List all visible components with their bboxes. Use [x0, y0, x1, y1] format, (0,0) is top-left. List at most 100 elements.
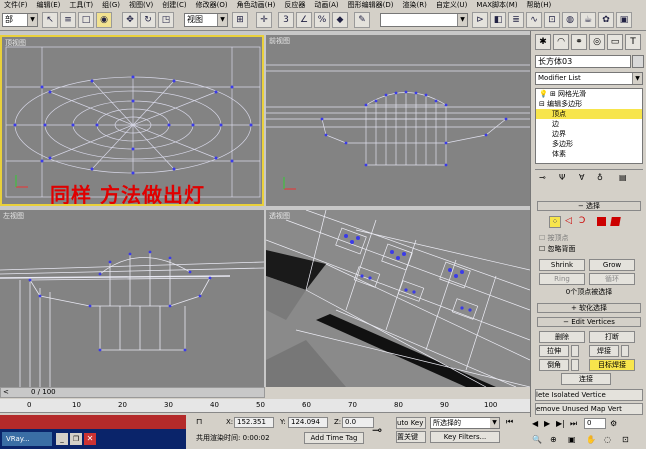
weld-settings-button[interactable] [621, 345, 629, 357]
zoom-all-icon[interactable]: ⊕ [550, 435, 557, 444]
time-config-icon[interactable]: ⚙ [610, 419, 617, 428]
spinner-snap-icon[interactable]: ◆ [332, 12, 348, 28]
extrude-settings-button[interactable] [571, 345, 579, 357]
auto-key-button[interactable]: uto Key [396, 417, 426, 429]
lock-selection-icon[interactable]: ⊓ [196, 417, 202, 426]
show-end-result-icon[interactable]: Ψ [559, 173, 565, 182]
maximize-viewport-icon[interactable]: ⊡ [622, 435, 629, 444]
create-tab-icon[interactable]: ✱ [535, 34, 551, 50]
restore-icon[interactable]: ❐ [70, 433, 82, 445]
current-frame-field[interactable]: 0 [584, 418, 606, 429]
menu-view[interactable]: 视图(V) [127, 0, 160, 10]
remove-modifier-icon[interactable]: ♁ [597, 173, 603, 182]
schematic-icon[interactable]: ⊡ [544, 12, 560, 28]
by-vertex-checkbox[interactable]: ☐ 按顶点 [539, 233, 569, 243]
menu-edit[interactable]: 编辑(E) [35, 0, 68, 10]
manipulate-icon[interactable]: ✛ [256, 12, 272, 28]
viewport-top[interactable]: 顶视图 同样 方法做出灯 [0, 35, 264, 206]
rollout-edit-vertices[interactable]: − Edit Vertices [537, 317, 641, 327]
go-to-end-icon[interactable]: ⏭ [570, 419, 577, 429]
viewport-front[interactable]: 前视图 [266, 35, 530, 206]
menu-reactor[interactable]: 反应器 [282, 0, 312, 10]
maxscript-listener[interactable] [0, 415, 186, 429]
rollout-soft-selection[interactable]: + 软化选择 [537, 303, 641, 313]
make-unique-icon[interactable]: ∀ [579, 173, 584, 182]
shrink-button[interactable]: Shrink [539, 259, 585, 271]
select-by-name-icon[interactable]: ≡ [60, 12, 76, 28]
stack-item-meshsmooth[interactable]: 💡 ⊞ 网格光滑 [536, 89, 642, 99]
rotate-icon[interactable]: ↻ [140, 12, 156, 28]
percent-snap-icon[interactable]: % [314, 12, 330, 28]
grow-button[interactable]: Grow [589, 259, 635, 271]
viewport-left[interactable]: 左视图 [0, 210, 264, 387]
remove-unused-map-button[interactable]: emove Unused Map Vert [535, 403, 643, 415]
set-key-button[interactable]: 置关键 [396, 431, 426, 443]
connect-button[interactable]: 连接 [561, 373, 611, 385]
curve-editor-icon[interactable]: ∿ [526, 12, 542, 28]
taskbar-app-button[interactable]: VRay... [2, 432, 52, 446]
orbit-icon[interactable]: ◌ [604, 435, 611, 444]
stack-item-border[interactable]: 边界 [536, 129, 642, 139]
render-setup-icon[interactable]: ☕ [580, 12, 596, 28]
named-sets-icon[interactable]: ✎ [354, 12, 370, 28]
play-icon[interactable]: ▶ [544, 419, 550, 428]
object-name-field[interactable]: 长方体03 [535, 55, 631, 68]
quick-render-icon[interactable]: ✿ [598, 12, 614, 28]
hierarchy-tab-icon[interactable]: ⚭ [571, 34, 587, 50]
go-to-start-icon[interactable]: ⏮ [506, 417, 530, 429]
menu-help[interactable]: 帮助(H) [525, 0, 559, 10]
named-selection-dropdown[interactable]: ▼ [380, 13, 468, 27]
render-last-icon[interactable]: ▣ [616, 12, 632, 28]
menu-modifiers[interactable]: 修改器(O) [194, 0, 235, 10]
vertex-mode-icon[interactable]: ⁘ [549, 216, 561, 228]
move-icon[interactable]: ✥ [122, 12, 138, 28]
edge-mode-icon[interactable]: ◁ [565, 216, 572, 226]
modifier-list-dropdown[interactable]: Modifier List ▼ [535, 72, 643, 85]
viewport-perspective[interactable]: 透视图 [266, 210, 530, 387]
menu-group[interactable]: 组(G) [100, 0, 127, 10]
chamfer-button[interactable]: 倒角 [539, 359, 569, 371]
z-coord-field[interactable]: 0.0 [342, 417, 374, 428]
stack-item-edit-poly[interactable]: ⊟ 编辑多边形 [536, 99, 642, 109]
menu-rendering[interactable]: 渲染(R) [401, 0, 434, 10]
time-slider[interactable]: < 0 / 100 [0, 387, 265, 398]
align-icon[interactable]: ◧ [490, 12, 506, 28]
target-weld-button[interactable]: 目标焊接 [589, 359, 635, 371]
configure-sets-icon[interactable]: ▤ [619, 173, 627, 182]
layers-icon[interactable]: ≣ [508, 12, 524, 28]
loop-button[interactable]: 循环 [589, 273, 635, 285]
stack-item-element[interactable]: 体素 [536, 149, 642, 159]
snap-3-icon[interactable]: 3 [278, 12, 294, 28]
remove-isolated-button[interactable]: lete Isolated Vertice [535, 389, 643, 401]
menu-customize[interactable]: 自定义(U) [434, 0, 475, 10]
x-coord-field[interactable]: 152.351 [234, 417, 274, 428]
reference-coord-dropdown[interactable]: 视图 ▼ [184, 13, 228, 27]
modify-tab-icon[interactable]: ◠ [553, 34, 569, 50]
break-button[interactable]: 打断 [589, 331, 635, 343]
stack-item-vertex[interactable]: 顶点 [536, 109, 642, 119]
display-tab-icon[interactable]: ▭ [607, 34, 623, 50]
pin-stack-icon[interactable]: ⊸ [539, 173, 546, 182]
zoom-extents-icon[interactable]: ▣ [568, 435, 576, 444]
ignore-backfacing-checkbox[interactable]: ☐ 忽略背面 [539, 244, 576, 254]
chamfer-settings-button[interactable] [571, 359, 579, 371]
menu-character[interactable]: 角色动画(H) [235, 0, 283, 10]
angle-snap-icon[interactable]: ∠ [296, 12, 312, 28]
motion-tab-icon[interactable]: ◎ [589, 34, 605, 50]
material-editor-icon[interactable]: ◍ [562, 12, 578, 28]
utilities-tab-icon[interactable]: T [625, 34, 641, 50]
y-coord-field[interactable]: 124.094 [288, 417, 328, 428]
add-time-tag-button[interactable]: Add Time Tag [304, 432, 364, 444]
menu-maxscript[interactable]: MAX脚本(M) [474, 0, 524, 10]
polygon-mode-icon[interactable] [597, 217, 606, 226]
minimize-icon[interactable]: _ [56, 433, 68, 445]
rollout-selection[interactable]: − 选择 [537, 201, 641, 211]
pivot-icon[interactable]: ⊞ [232, 12, 248, 28]
prev-frame-icon[interactable]: < [3, 388, 17, 397]
menu-file[interactable]: 文件(F) [2, 0, 35, 10]
key-selection-dropdown[interactable]: 所选择的 ▼ [430, 417, 500, 429]
menu-animation[interactable]: 动画(A) [312, 0, 345, 10]
stack-item-polygon[interactable]: 多边形 [536, 139, 642, 149]
key-mode-icon[interactable]: ⊸ [372, 423, 382, 437]
extrude-button[interactable]: 拉伸 [539, 345, 569, 357]
